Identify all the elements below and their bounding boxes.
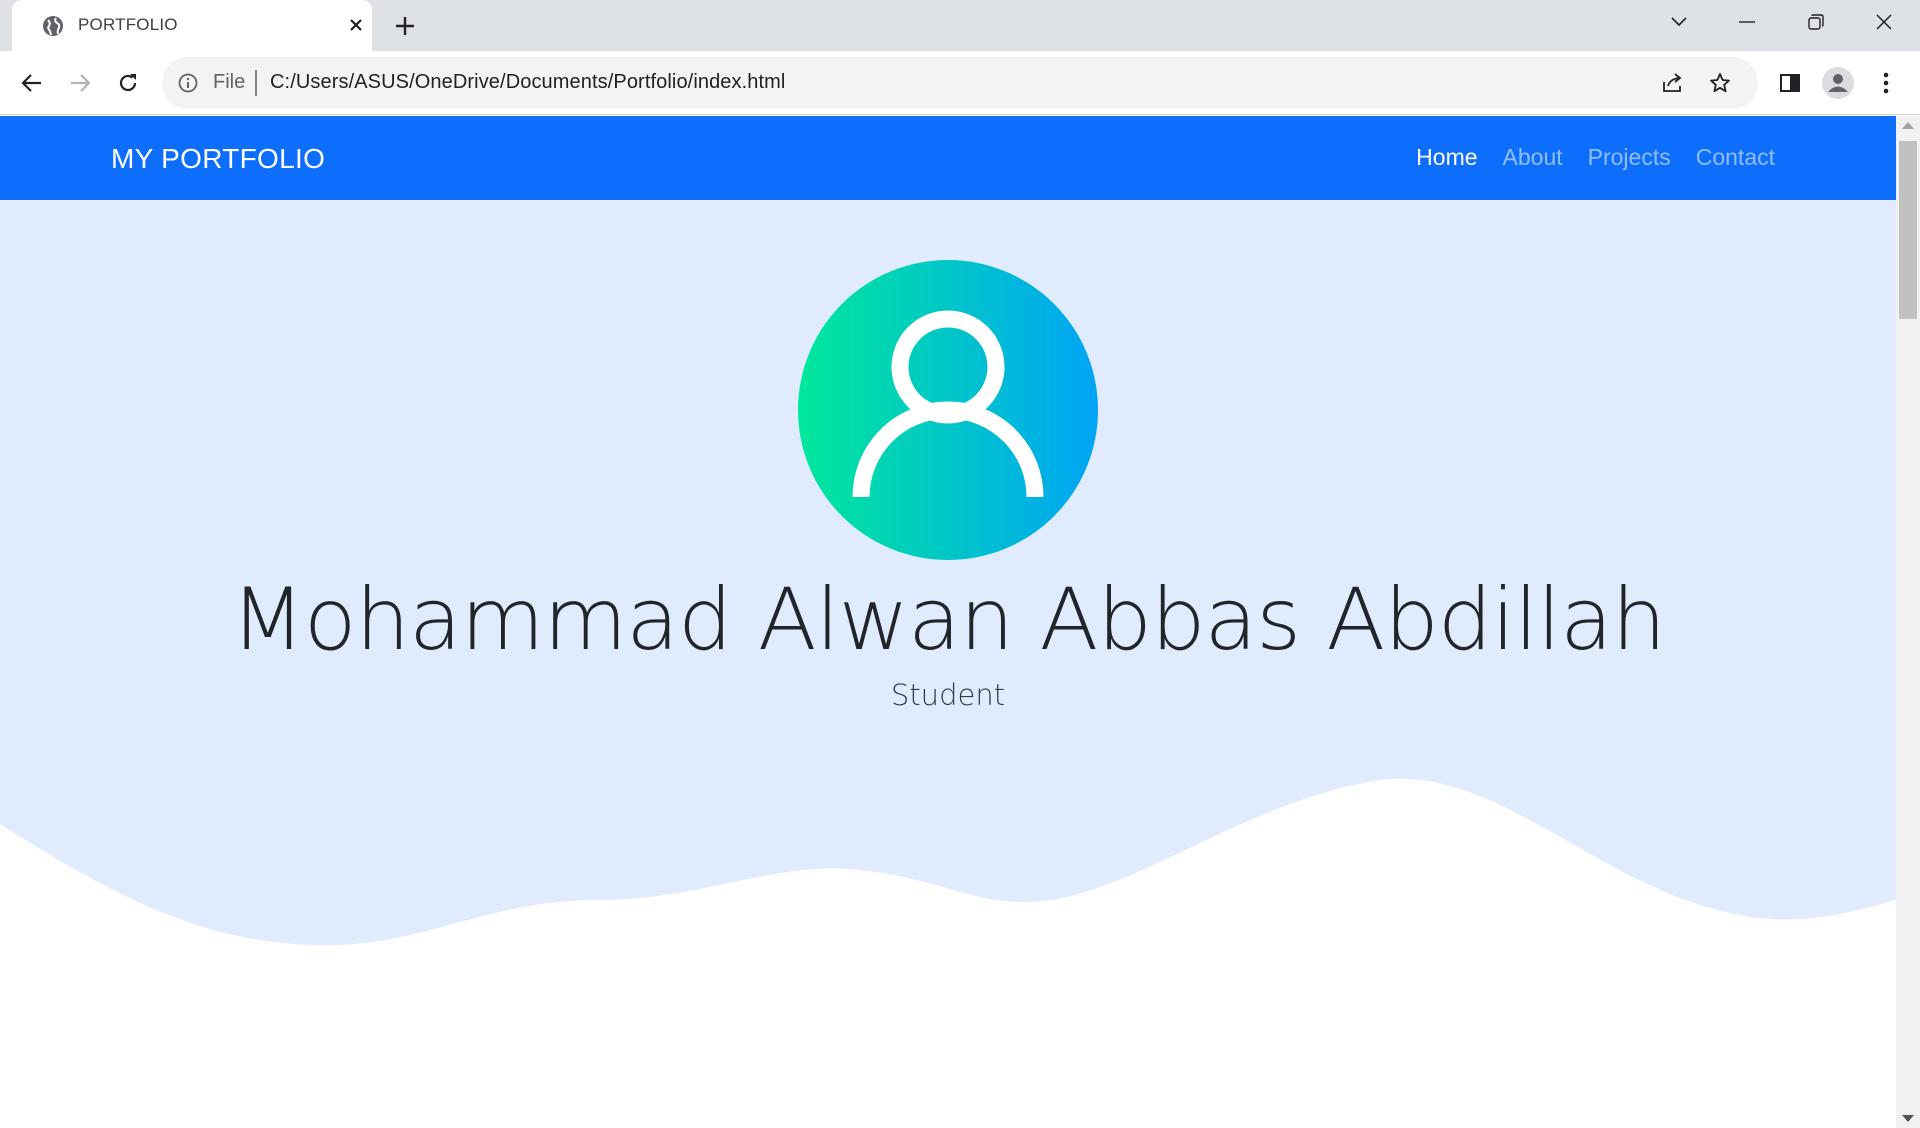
tab-title: PORTFOLIO bbox=[78, 15, 178, 34]
reload-icon[interactable] bbox=[110, 65, 146, 101]
page-viewport: MY PORTFOLIO Home About Projects Contact… bbox=[0, 116, 1896, 1128]
scroll-up-arrow-icon[interactable] bbox=[1902, 122, 1914, 129]
close-window-icon[interactable] bbox=[1866, 8, 1902, 36]
navbar-brand[interactable]: MY PORTFOLIO bbox=[111, 143, 325, 175]
nav-links: Home About Projects Contact bbox=[1416, 144, 1775, 171]
scroll-down-arrow-icon[interactable] bbox=[1902, 1115, 1914, 1122]
avatar bbox=[798, 260, 1098, 560]
url-separator bbox=[255, 70, 257, 96]
address-bar[interactable]: File C:/Users/ASUS/OneDrive/Documents/Po… bbox=[162, 57, 1758, 109]
nav-link-about[interactable]: About bbox=[1503, 144, 1563, 171]
globe-icon bbox=[42, 15, 64, 37]
star-icon[interactable] bbox=[1706, 69, 1734, 97]
back-icon[interactable] bbox=[14, 65, 50, 101]
hero-name: Mohammad Alwan Abbas Abdillah bbox=[230, 570, 1667, 670]
browser-tab[interactable]: PORTFOLIO bbox=[12, 0, 372, 51]
vertical-scrollbar[interactable] bbox=[1896, 116, 1920, 1128]
nav-link-contact[interactable]: Contact bbox=[1696, 144, 1775, 171]
tab-close-icon[interactable] bbox=[345, 14, 367, 36]
url-text[interactable]: C:/Users/ASUS/OneDrive/Documents/Portfol… bbox=[270, 71, 785, 94]
tab-strip: PORTFOLIO bbox=[0, 0, 1920, 51]
site-navbar: MY PORTFOLIO Home About Projects Contact bbox=[0, 116, 1896, 200]
scroll-thumb[interactable] bbox=[1899, 141, 1917, 319]
browser-toolbar: File C:/Users/ASUS/OneDrive/Documents/Po… bbox=[0, 51, 1920, 115]
chevron-down-icon[interactable] bbox=[1661, 8, 1697, 36]
minimize-icon[interactable] bbox=[1729, 8, 1765, 36]
side-panel-icon[interactable] bbox=[1772, 65, 1808, 101]
forward-icon[interactable] bbox=[62, 65, 98, 101]
share-icon[interactable] bbox=[1658, 69, 1686, 97]
menu-icon[interactable] bbox=[1868, 65, 1904, 101]
info-icon[interactable] bbox=[176, 71, 200, 95]
new-tab-icon[interactable] bbox=[391, 12, 419, 40]
hero-role: Student bbox=[890, 678, 1006, 712]
restore-icon[interactable] bbox=[1798, 8, 1834, 36]
url-scheme: File bbox=[213, 71, 246, 93]
nav-link-home[interactable]: Home bbox=[1416, 144, 1477, 171]
profile-icon[interactable] bbox=[1820, 65, 1856, 101]
nav-link-projects[interactable]: Projects bbox=[1588, 144, 1671, 171]
hero-section: Mohammad Alwan Abbas Abdillah Student bbox=[0, 200, 1896, 1128]
